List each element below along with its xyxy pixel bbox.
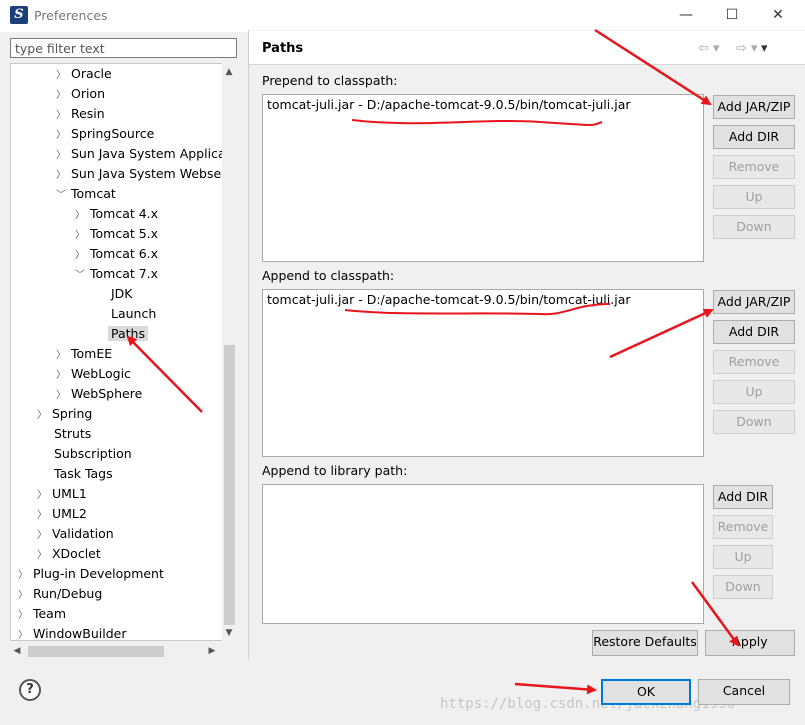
chevron-right-icon: 〉 bbox=[56, 70, 66, 81]
chevron-right-icon: 〉 bbox=[56, 350, 66, 361]
library-add-dir-button[interactable]: Add DIR bbox=[713, 485, 773, 509]
tree-item[interactable]: 〉 WebSphere bbox=[55, 384, 142, 404]
chevron-right-icon: 〉 bbox=[75, 250, 85, 261]
chevron-down-icon: ﹀ bbox=[56, 190, 66, 201]
chevron-right-icon: 〉 bbox=[56, 130, 66, 141]
tree-item[interactable]: Struts bbox=[54, 424, 91, 444]
tree-item[interactable]: 〉 UML2 bbox=[36, 504, 87, 524]
tree-item[interactable]: JDK bbox=[111, 284, 133, 304]
tree-item[interactable]: 〉 Sun Java System Applicati bbox=[55, 144, 234, 164]
scrollbar-thumb[interactable] bbox=[28, 646, 164, 657]
prepend-classpath-list[interactable]: tomcat-juli.jar - D:/apache-tomcat-9.0.5… bbox=[262, 94, 704, 262]
chevron-right-icon: 〉 bbox=[18, 610, 28, 621]
app-icon: S bbox=[10, 6, 28, 24]
preferences-tree[interactable]: 〉 Oracle 〉 Orion 〉 Resin 〉 SpringSource … bbox=[10, 63, 237, 641]
append-classpath-list[interactable]: tomcat-juli.jar - D:/apache-tomcat-9.0.5… bbox=[262, 289, 704, 457]
library-up-button[interactable]: Up bbox=[713, 545, 773, 569]
scroll-up-icon[interactable]: ▲ bbox=[222, 67, 236, 77]
ok-button[interactable]: OK bbox=[601, 679, 691, 705]
append-add-jar-button[interactable]: Add JAR/ZIP bbox=[713, 290, 795, 314]
tree-item[interactable]: 〉 Tomcat 4.x bbox=[74, 204, 158, 224]
tree-item[interactable]: 〉 SpringSource bbox=[55, 124, 154, 144]
forward-arrow-icon[interactable]: ⇨ ▾ bbox=[736, 41, 758, 56]
library-remove-button[interactable]: Remove bbox=[713, 515, 773, 539]
page-header bbox=[249, 31, 805, 65]
chevron-right-icon: 〉 bbox=[75, 210, 85, 221]
window-title: Preferences bbox=[34, 8, 108, 23]
tree-item[interactable]: 〉 WebLogic bbox=[55, 364, 131, 384]
tree-item[interactable]: 〉 Team bbox=[17, 604, 66, 624]
chevron-right-icon: 〉 bbox=[56, 150, 66, 161]
chevron-right-icon: 〉 bbox=[37, 410, 47, 421]
scrollbar-thumb[interactable] bbox=[224, 345, 235, 625]
menu-dropdown-icon[interactable]: ▾ bbox=[761, 41, 768, 56]
chevron-right-icon: 〉 bbox=[56, 170, 66, 181]
tree-item[interactable]: 〉 Orion bbox=[55, 84, 105, 104]
library-down-button[interactable]: Down bbox=[713, 575, 773, 599]
close-icon[interactable]: ✕ bbox=[755, 0, 801, 30]
tree-item[interactable]: 〉 Resin bbox=[55, 104, 105, 124]
tree-item[interactable]: Launch bbox=[111, 304, 156, 324]
arrow-ok bbox=[514, 682, 597, 695]
scroll-left-icon[interactable]: ◀ bbox=[10, 646, 24, 656]
append-library-label: Append to library path: bbox=[262, 463, 408, 478]
tree-item[interactable]: 〉 Run/Debug bbox=[17, 584, 102, 604]
append-down-button[interactable]: Down bbox=[713, 410, 795, 434]
chevron-right-icon: 〉 bbox=[18, 590, 28, 601]
chevron-down-icon: ﹀ bbox=[75, 270, 85, 281]
prepend-classpath-label: Prepend to classpath: bbox=[262, 73, 398, 88]
chevron-right-icon: 〉 bbox=[37, 490, 47, 501]
tree-item[interactable]: 〉 XDoclet bbox=[36, 544, 101, 564]
tree-item[interactable]: 〉 UML1 bbox=[36, 484, 87, 504]
tree-item[interactable]: 〉 Spring bbox=[36, 404, 92, 424]
list-item[interactable]: tomcat-juli.jar - D:/apache-tomcat-9.0.5… bbox=[267, 292, 631, 307]
chevron-right-icon: 〉 bbox=[37, 530, 47, 541]
tree-item[interactable]: 〉 Oracle bbox=[55, 64, 112, 84]
append-up-button[interactable]: Up bbox=[713, 380, 795, 404]
tree-item-tomcat-7x[interactable]: ﹀ Tomcat 7.x bbox=[74, 264, 158, 284]
list-item[interactable]: tomcat-juli.jar - D:/apache-tomcat-9.0.5… bbox=[267, 97, 631, 112]
maximize-icon[interactable]: ☐ bbox=[709, 0, 755, 30]
cancel-button[interactable]: Cancel bbox=[698, 679, 790, 705]
back-arrow-icon[interactable]: ⇦ ▾ bbox=[698, 41, 720, 56]
tree-item-paths[interactable]: Paths bbox=[108, 324, 148, 344]
chevron-right-icon: 〉 bbox=[56, 90, 66, 101]
prepend-up-button[interactable]: Up bbox=[713, 185, 795, 209]
chevron-right-icon: 〉 bbox=[75, 230, 85, 241]
chevron-right-icon: 〉 bbox=[18, 630, 28, 641]
help-icon[interactable]: ? bbox=[19, 679, 41, 701]
append-classpath-label: Append to classpath: bbox=[262, 268, 395, 283]
apply-button[interactable]: Apply bbox=[705, 630, 795, 656]
tree-item[interactable]: 〉 Tomcat 6.x bbox=[74, 244, 158, 264]
chevron-right-icon: 〉 bbox=[37, 510, 47, 521]
append-remove-button[interactable]: Remove bbox=[713, 350, 795, 374]
tree-item[interactable]: Task Tags bbox=[54, 464, 113, 484]
tree-item[interactable]: 〉 Tomcat 5.x bbox=[74, 224, 158, 244]
tree-item[interactable]: 〉 Plug-in Development bbox=[17, 564, 164, 584]
tree-item[interactable]: 〉 Validation bbox=[36, 524, 114, 544]
tree-item-tomcat[interactable]: ﹀ Tomcat bbox=[55, 184, 116, 204]
prepend-add-jar-button[interactable]: Add JAR/ZIP bbox=[713, 95, 795, 119]
tree-item[interactable]: Subscription bbox=[54, 444, 132, 464]
chevron-right-icon: 〉 bbox=[56, 370, 66, 381]
prepend-remove-button[interactable]: Remove bbox=[713, 155, 795, 179]
scroll-right-icon[interactable]: ▶ bbox=[205, 646, 219, 656]
append-add-dir-button[interactable]: Add DIR bbox=[713, 320, 795, 344]
tree-item[interactable]: 〉 TomEE bbox=[55, 344, 112, 364]
restore-defaults-button[interactable]: Restore Defaults bbox=[592, 630, 698, 656]
minimize-icon[interactable]: — bbox=[663, 0, 709, 30]
chevron-right-icon: 〉 bbox=[37, 550, 47, 561]
prepend-down-button[interactable]: Down bbox=[713, 215, 795, 239]
scroll-down-icon[interactable]: ▼ bbox=[222, 628, 236, 638]
append-library-list[interactable] bbox=[262, 484, 704, 624]
chevron-right-icon: 〉 bbox=[18, 570, 28, 581]
chevron-right-icon: 〉 bbox=[56, 390, 66, 401]
chevron-right-icon: 〉 bbox=[56, 110, 66, 121]
prepend-add-dir-button[interactable]: Add DIR bbox=[713, 125, 795, 149]
filter-input[interactable] bbox=[10, 38, 237, 58]
page-title: Paths bbox=[262, 41, 304, 56]
tree-item[interactable]: 〉 Sun Java System Webserv bbox=[55, 164, 234, 184]
tree-item[interactable]: 〉 WindowBuilder bbox=[17, 624, 126, 641]
